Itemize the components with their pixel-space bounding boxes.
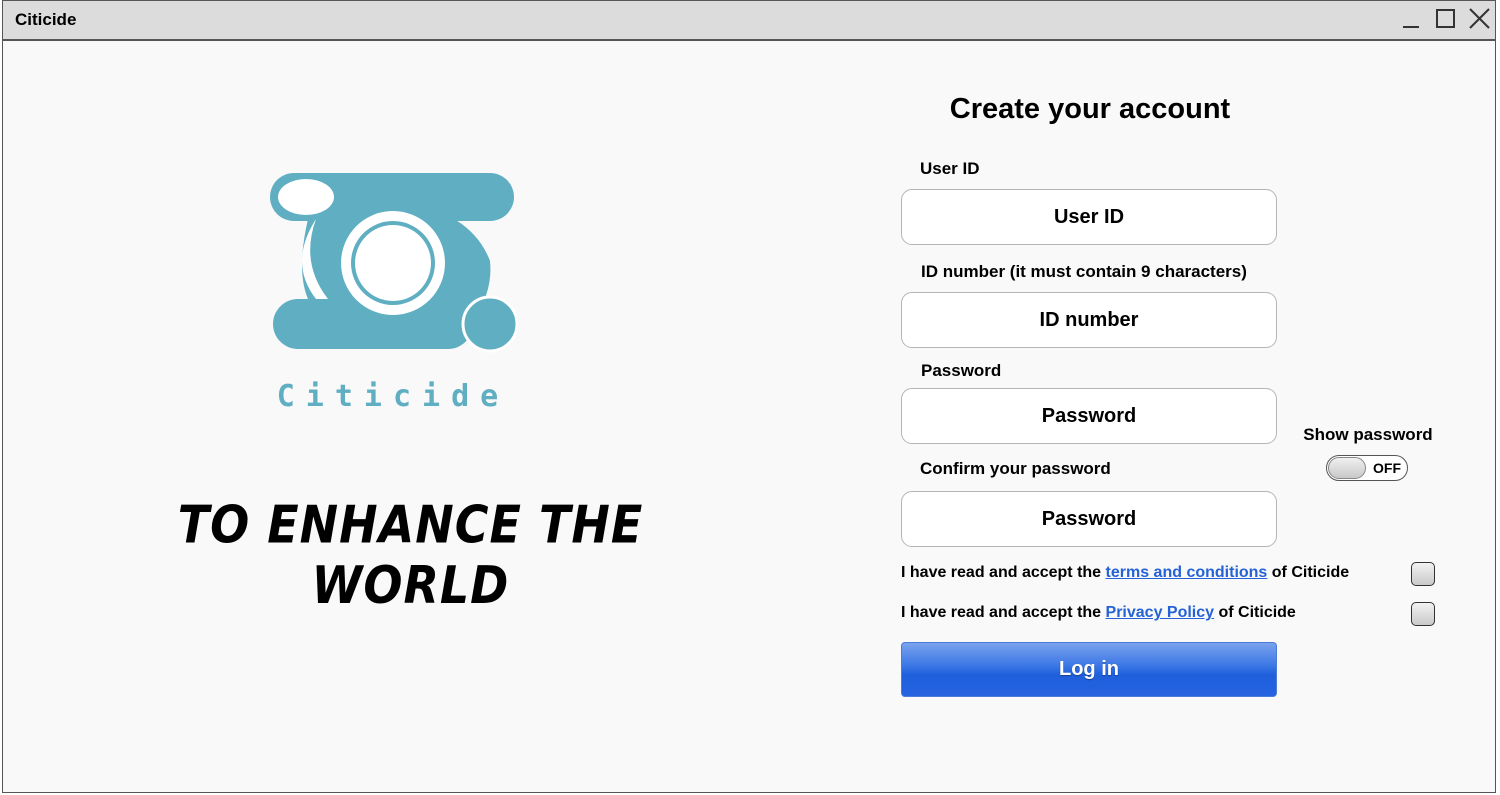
terms-link[interactable]: terms and conditions	[1106, 564, 1268, 581]
user-id-label: User ID	[920, 159, 980, 178]
app-window: Citicide Citicide TO ENHANCE THE WORLD C…	[2, 0, 1496, 793]
minimize-icon	[1403, 26, 1419, 28]
id-number-input[interactable]	[901, 292, 1277, 348]
privacy-checkbox[interactable]	[1411, 602, 1435, 626]
privacy-link[interactable]: Privacy Policy	[1106, 604, 1215, 621]
maximize-button[interactable]	[1431, 5, 1459, 33]
toggle-knob	[1328, 457, 1366, 479]
show-password-toggle[interactable]: OFF	[1326, 455, 1408, 481]
confirm-password-input[interactable]	[901, 491, 1277, 547]
toggle-state: OFF	[1373, 460, 1401, 476]
terms-suffix: of Citicide	[1267, 564, 1350, 581]
close-button[interactable]	[1465, 5, 1493, 33]
citicide-logo	[270, 173, 518, 353]
login-button[interactable]: Log in	[901, 642, 1277, 697]
privacy-consent-text: I have read and accept the Privacy Polic…	[901, 604, 1296, 622]
confirm-password-label: Confirm your password	[920, 459, 1111, 478]
privacy-prefix: I have read and accept the	[901, 604, 1106, 621]
show-password-label: Show password	[1303, 425, 1433, 444]
password-input[interactable]	[901, 388, 1277, 444]
form-title: Create your account	[949, 93, 1231, 125]
slogan: TO ENHANCE THE WORLD	[177, 494, 644, 616]
terms-checkbox[interactable]	[1411, 562, 1435, 586]
terms-prefix: I have read and accept the	[901, 564, 1106, 581]
maximize-icon	[1436, 9, 1455, 28]
window-title: Citicide	[15, 10, 77, 29]
privacy-suffix: of Citicide	[1214, 604, 1296, 621]
id-number-label: ID number (it must contain 9 characters)	[921, 262, 1247, 281]
close-icon	[1469, 8, 1490, 29]
password-label: Password	[921, 361, 1002, 380]
terms-consent-text: I have read and accept the terms and con…	[901, 564, 1349, 582]
title-bar: Citicide	[3, 1, 1495, 41]
brand-name: Citicide	[276, 379, 510, 414]
minimize-button[interactable]	[1397, 5, 1425, 33]
user-id-input[interactable]	[901, 189, 1277, 245]
